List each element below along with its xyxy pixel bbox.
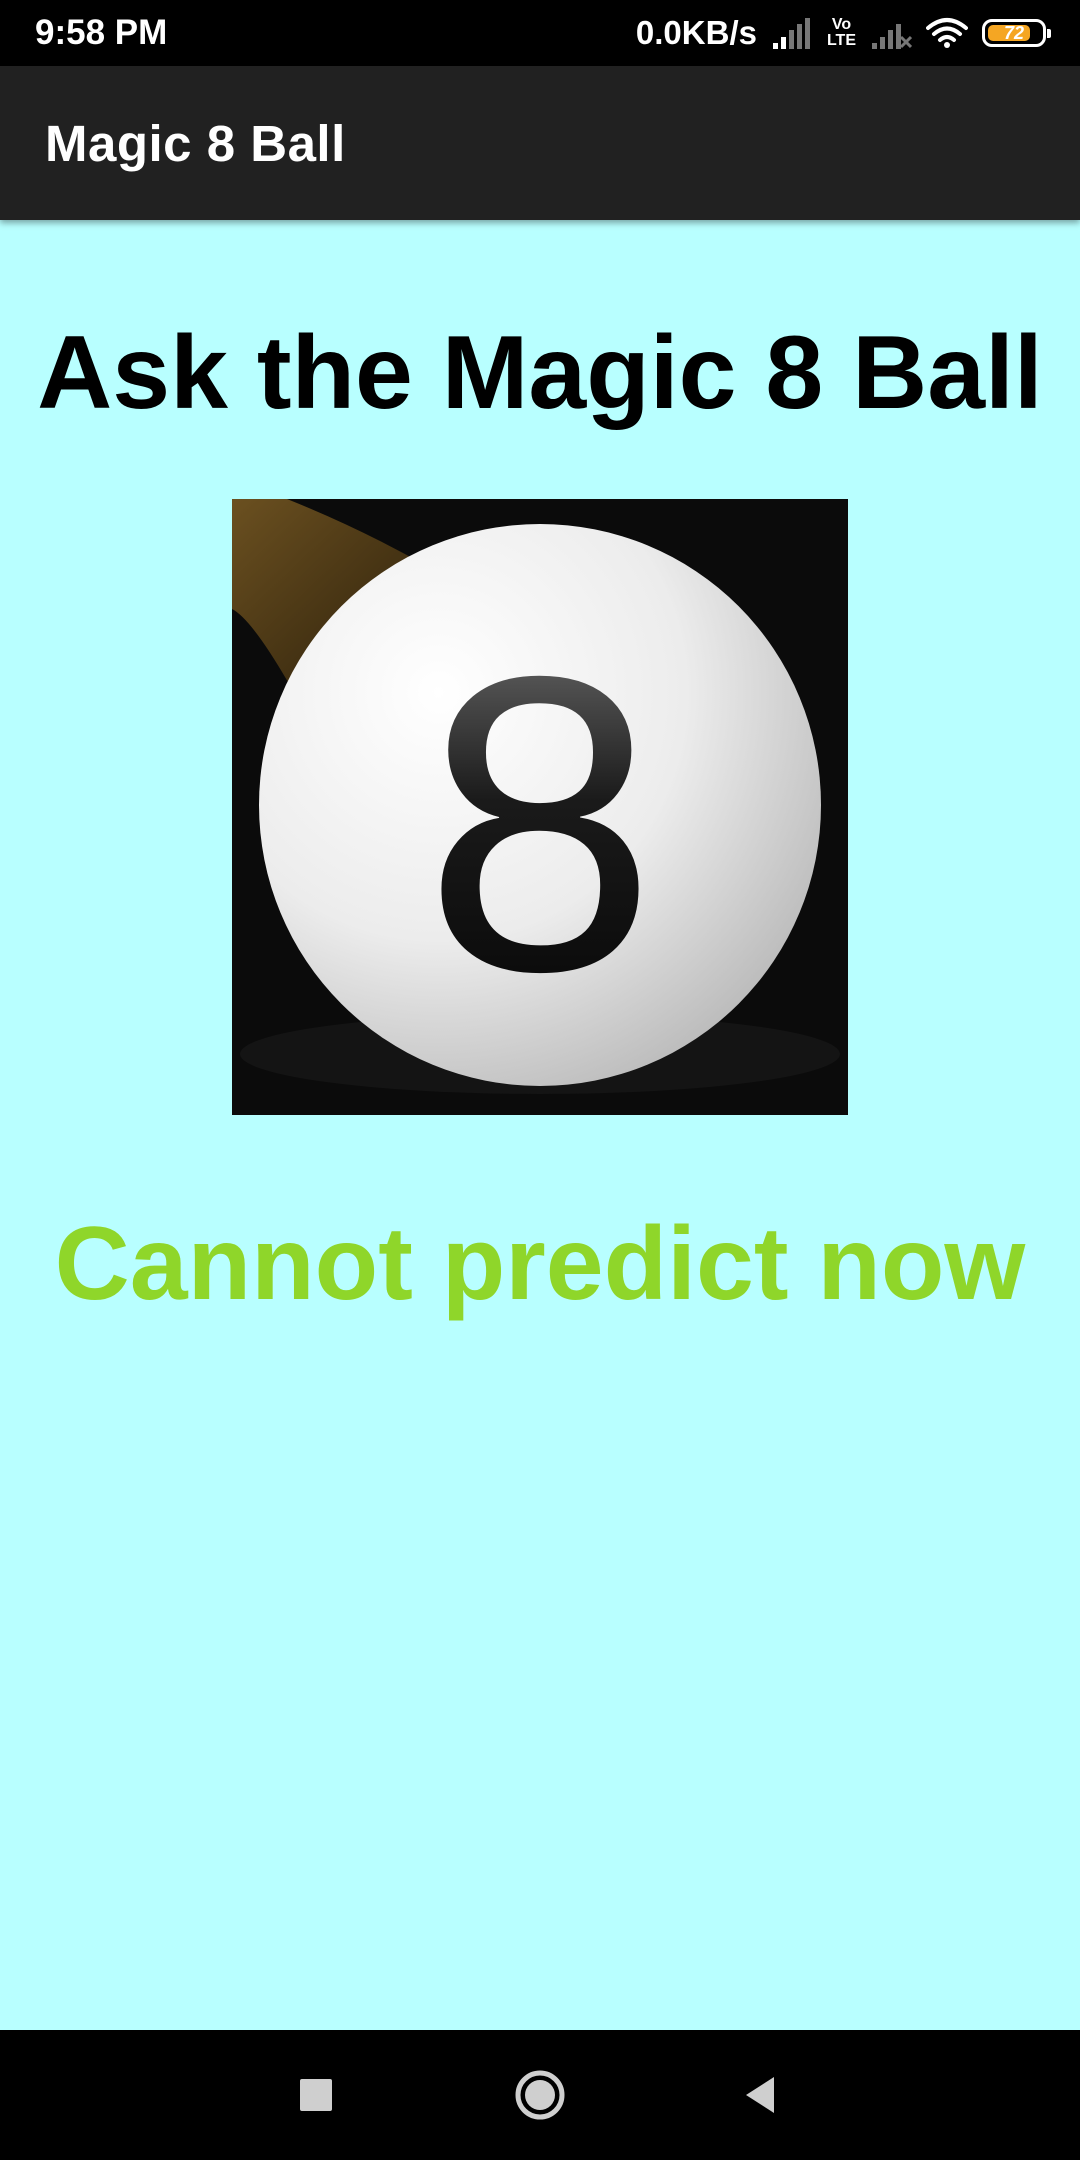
battery-icon: 72 <box>982 19 1051 47</box>
page-heading: Ask the Magic 8 Ball <box>37 315 1043 431</box>
magic-8-ball-image[interactable]: 8 <box>232 499 848 1115</box>
home-button[interactable] <box>480 2030 600 2160</box>
recents-button[interactable] <box>256 2030 376 2160</box>
volte-top-label: Vo <box>831 16 852 33</box>
eight-ball-icon: 8 <box>232 499 848 1115</box>
ball-number: 8 <box>423 590 657 1059</box>
app-title: Magic 8 Ball <box>45 115 346 172</box>
main-content: Ask the Magic 8 Ball 8 Cannot predict no… <box>0 220 1080 2030</box>
signal-no-service-icon <box>870 17 912 49</box>
navigation-bar <box>0 2030 1080 2160</box>
app-bar: Magic 8 Ball <box>0 66 1080 220</box>
wifi-icon <box>926 17 968 49</box>
signal-icon <box>771 17 813 49</box>
status-bar: 9:58 PM 0.0KB/s Vo LTE 72 <box>0 0 1080 66</box>
circle-icon <box>515 2070 565 2120</box>
status-time: 9:58 PM <box>35 13 168 52</box>
volte-icon: Vo LTE <box>827 17 856 49</box>
network-speed: 0.0KB/s <box>635 14 757 51</box>
screen: 9:58 PM 0.0KB/s Vo LTE 72 Magic 8 Ball A… <box>0 0 1080 2160</box>
answer-text: Cannot predict now <box>54 1206 1026 1322</box>
volte-bottom-label: LTE <box>826 32 856 49</box>
battery-level: 72 <box>1003 23 1025 43</box>
back-button[interactable] <box>700 2030 820 2160</box>
status-icons: 0.0KB/s Vo LTE 72 <box>635 8 1051 58</box>
battery-tip <box>1047 29 1051 38</box>
triangle-back-icon <box>746 2077 774 2113</box>
square-icon <box>300 2079 332 2111</box>
